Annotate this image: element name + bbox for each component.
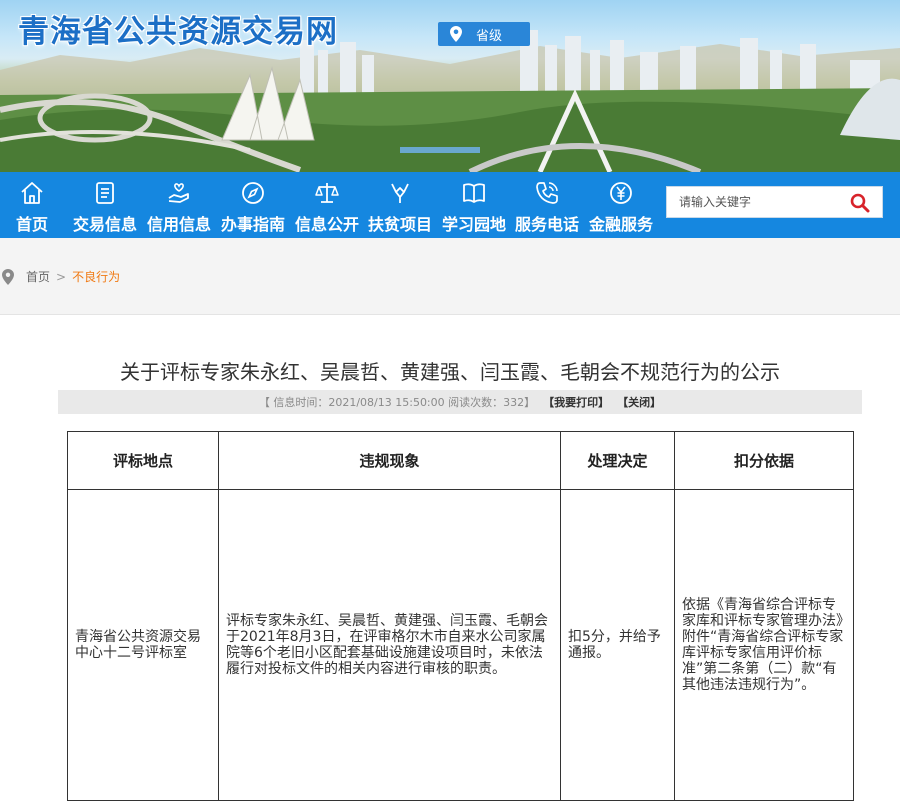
- article-meta-info: 【 信息时间：2021/08/13 15:50:00 阅读次数：332】: [258, 396, 536, 409]
- nav-label: 扶贫项目: [367, 215, 432, 234]
- print-link[interactable]: 【我要打印】: [543, 394, 609, 410]
- nav-label: 首页: [15, 215, 48, 234]
- nav-item-learning[interactable]: 学习园地: [439, 172, 509, 238]
- search-icon[interactable]: [850, 193, 870, 213]
- search-input[interactable]: [667, 187, 849, 217]
- nav-item-service-phone[interactable]: 服务电话: [512, 172, 582, 238]
- nav-item-disclosure[interactable]: 信息公开: [292, 172, 362, 238]
- support-icon: [391, 183, 409, 203]
- nav-item-home[interactable]: 首页: [12, 172, 52, 238]
- location-pin-icon: [2, 268, 14, 285]
- table-header-location: 评标地点: [67, 431, 219, 490]
- nav-label: 信息公开: [294, 215, 359, 234]
- breadcrumb-separator: >: [56, 269, 67, 284]
- table-header-violation: 违规现象: [218, 431, 561, 490]
- nav-label: 学习园地: [441, 215, 506, 234]
- breadcrumb-home-link[interactable]: 首页: [26, 268, 50, 285]
- site-title: 青海省公共资源交易网: [18, 14, 338, 50]
- nav-label: 办事指南: [220, 215, 285, 234]
- scales-icon: [315, 183, 339, 203]
- nav-item-finance[interactable]: 金融服务: [586, 172, 656, 238]
- article-title: 关于评标专家朱永红、吴晨哲、黄建强、闫玉霞、毛朝会不规范行为的公示: [120, 360, 780, 384]
- violation-table: 评标地点 违规现象 处理决定 扣分依据 青海省公共资源交易中心十二号评标室 评标…: [67, 431, 854, 801]
- breadcrumb-bar: [0, 238, 900, 315]
- nav-label: 交易信息: [72, 215, 137, 234]
- nav-item-poverty[interactable]: 扶贫项目: [365, 172, 435, 238]
- yuan-icon: [610, 182, 632, 204]
- table-row: 青海省公共资源交易中心十二号评标室 评标专家朱永红、吴晨哲、黄建强、闫玉霞、毛朝…: [67, 489, 854, 801]
- region-label: 省级: [476, 28, 503, 44]
- nav-label: 服务电话: [514, 215, 579, 234]
- breadcrumb: 首页 > 不良行为: [0, 268, 120, 285]
- compass-icon: [242, 182, 264, 204]
- nav-label: 信用信息: [146, 215, 211, 234]
- nav-item-credit-info[interactable]: 信用信息: [144, 172, 214, 238]
- header-banner: 青海省公共资源交易网 省级: [0, 0, 900, 172]
- cell-decision: 扣5分，并给予通报。: [560, 489, 675, 801]
- nav-label: 金融服务: [588, 215, 653, 234]
- home-icon: [21, 182, 43, 204]
- close-link[interactable]: 【关闭】: [617, 394, 661, 410]
- cell-location: 青海省公共资源交易中心十二号评标室: [67, 489, 219, 801]
- region-selector[interactable]: 省级: [438, 22, 530, 46]
- table-header-basis: 扣分依据: [674, 431, 854, 490]
- phone-icon: [536, 182, 558, 204]
- nav-item-trade-info[interactable]: 交易信息: [70, 172, 140, 238]
- table-header-decision: 处理决定: [560, 431, 675, 490]
- cell-violation: 评标专家朱永红、吴晨哲、黄建强、闫玉霞、毛朝会于2021年8月3日，在评审格尔木…: [218, 489, 561, 801]
- table-header-row: 评标地点 违规现象 处理决定 扣分依据: [67, 431, 854, 490]
- breadcrumb-current[interactable]: 不良行为: [72, 268, 120, 285]
- cell-basis: 依据《青海省综合评标专家库和评标专家管理办法》附件“青海省综合评标专家库评标专家…: [674, 489, 854, 801]
- nav-item-guide[interactable]: 办事指南: [218, 172, 288, 238]
- document-icon: [96, 182, 114, 204]
- article-meta-bar: 【 信息时间：2021/08/13 15:50:00 阅读次数：332】 【我要…: [58, 390, 862, 414]
- search-box: [666, 186, 883, 218]
- book-icon: [463, 183, 485, 203]
- hand-heart-icon: [168, 183, 189, 203]
- location-pin-icon: [450, 26, 462, 42]
